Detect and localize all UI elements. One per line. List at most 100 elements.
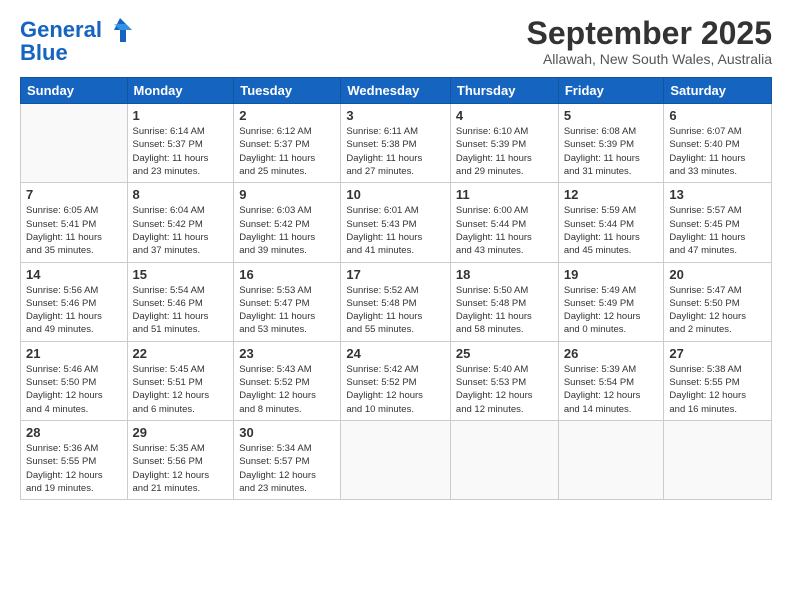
day-detail: Sunrise: 5:59 AM Sunset: 5:44 PM Dayligh… <box>564 204 659 257</box>
day-number: 27 <box>669 346 766 361</box>
day-detail: Sunrise: 6:10 AM Sunset: 5:39 PM Dayligh… <box>456 125 553 178</box>
day-detail: Sunrise: 6:12 AM Sunset: 5:37 PM Dayligh… <box>239 125 335 178</box>
header: General Blue September 2025 Allawah, New… <box>20 16 772 67</box>
day-number: 10 <box>346 187 445 202</box>
day-detail: Sunrise: 6:04 AM Sunset: 5:42 PM Dayligh… <box>133 204 229 257</box>
calendar-cell: 27 Sunrise: 5:38 AM Sunset: 5:55 PM Dayli… <box>664 341 772 420</box>
calendar-cell: 15 Sunrise: 5:54 AM Sunset: 5:46 PM Dayli… <box>127 262 234 341</box>
day-number: 18 <box>456 267 553 282</box>
calendar-cell: 12 Sunrise: 5:59 AM Sunset: 5:44 PM Dayli… <box>558 183 664 262</box>
day-detail: Sunrise: 5:56 AM Sunset: 5:46 PM Dayligh… <box>26 284 122 337</box>
day-number: 13 <box>669 187 766 202</box>
day-number: 20 <box>669 267 766 282</box>
day-detail: Sunrise: 5:34 AM Sunset: 5:57 PM Dayligh… <box>239 442 335 495</box>
calendar-cell: 3 Sunrise: 6:11 AM Sunset: 5:38 PM Daylig… <box>341 104 451 183</box>
day-number: 24 <box>346 346 445 361</box>
calendar-week-row: 1Sunrise: 6:14 AM Sunset: 5:37 PM Daylig… <box>21 104 772 183</box>
day-number: 9 <box>239 187 335 202</box>
calendar-cell: 16 Sunrise: 5:53 AM Sunset: 5:47 PM Dayli… <box>234 262 341 341</box>
day-number: 7 <box>26 187 122 202</box>
calendar-cell: 28 Sunrise: 5:36 AM Sunset: 5:55 PM Dayli… <box>21 420 128 499</box>
day-number: 16 <box>239 267 335 282</box>
day-number: 3 <box>346 108 445 123</box>
weekday-header: Sunday <box>21 78 128 104</box>
calendar-cell <box>664 420 772 499</box>
calendar-cell: 2 Sunrise: 6:12 AM Sunset: 5:37 PM Daylig… <box>234 104 341 183</box>
day-detail: Sunrise: 6:00 AM Sunset: 5:44 PM Dayligh… <box>456 204 553 257</box>
weekday-header: Tuesday <box>234 78 341 104</box>
calendar-cell: 21Sunrise: 5:46 AM Sunset: 5:50 PM Dayli… <box>21 341 128 420</box>
calendar-cell: 6 Sunrise: 6:07 AM Sunset: 5:40 PM Daylig… <box>664 104 772 183</box>
calendar-cell: 7 Sunrise: 6:05 AM Sunset: 5:41 PM Daylig… <box>21 183 128 262</box>
calendar-cell: 20Sunrise: 5:47 AM Sunset: 5:50 PM Dayli… <box>664 262 772 341</box>
calendar-week-row: 28 Sunrise: 5:36 AM Sunset: 5:55 PM Dayli… <box>21 420 772 499</box>
day-number: 25 <box>456 346 553 361</box>
calendar-cell: 13 Sunrise: 5:57 AM Sunset: 5:45 PM Dayli… <box>664 183 772 262</box>
day-number: 29 <box>133 425 229 440</box>
day-detail: Sunrise: 5:53 AM Sunset: 5:47 PM Dayligh… <box>239 284 335 337</box>
calendar-cell: 5 Sunrise: 6:08 AM Sunset: 5:39 PM Daylig… <box>558 104 664 183</box>
day-number: 23 <box>239 346 335 361</box>
day-number: 19 <box>564 267 659 282</box>
day-number: 28 <box>26 425 122 440</box>
calendar-week-row: 7 Sunrise: 6:05 AM Sunset: 5:41 PM Daylig… <box>21 183 772 262</box>
day-number: 21 <box>26 346 122 361</box>
logo-icon <box>106 16 134 44</box>
day-number: 15 <box>133 267 229 282</box>
calendar-cell <box>21 104 128 183</box>
calendar-cell: 22Sunrise: 5:45 AM Sunset: 5:51 PM Dayli… <box>127 341 234 420</box>
day-detail: Sunrise: 6:14 AM Sunset: 5:37 PM Dayligh… <box>133 125 229 178</box>
day-detail: Sunrise: 6:11 AM Sunset: 5:38 PM Dayligh… <box>346 125 445 178</box>
title-block: September 2025 Allawah, New South Wales,… <box>527 16 772 67</box>
day-number: 6 <box>669 108 766 123</box>
day-detail: Sunrise: 5:36 AM Sunset: 5:55 PM Dayligh… <box>26 442 122 495</box>
day-detail: Sunrise: 5:50 AM Sunset: 5:48 PM Dayligh… <box>456 284 553 337</box>
calendar-cell: 8 Sunrise: 6:04 AM Sunset: 5:42 PM Daylig… <box>127 183 234 262</box>
calendar: SundayMondayTuesdayWednesdayThursdayFrid… <box>20 77 772 500</box>
day-detail: Sunrise: 5:45 AM Sunset: 5:51 PM Dayligh… <box>133 363 229 416</box>
day-detail: Sunrise: 6:07 AM Sunset: 5:40 PM Dayligh… <box>669 125 766 178</box>
day-number: 30 <box>239 425 335 440</box>
day-detail: Sunrise: 6:08 AM Sunset: 5:39 PM Dayligh… <box>564 125 659 178</box>
calendar-cell: 18 Sunrise: 5:50 AM Sunset: 5:48 PM Dayli… <box>450 262 558 341</box>
day-number: 5 <box>564 108 659 123</box>
day-number: 8 <box>133 187 229 202</box>
calendar-cell: 19 Sunrise: 5:49 AM Sunset: 5:49 PM Dayli… <box>558 262 664 341</box>
day-detail: Sunrise: 5:40 AM Sunset: 5:53 PM Dayligh… <box>456 363 553 416</box>
calendar-header-row: SundayMondayTuesdayWednesdayThursdayFrid… <box>21 78 772 104</box>
day-number: 11 <box>456 187 553 202</box>
calendar-cell <box>450 420 558 499</box>
calendar-cell: 25 Sunrise: 5:40 AM Sunset: 5:53 PM Dayli… <box>450 341 558 420</box>
calendar-cell: 14 Sunrise: 5:56 AM Sunset: 5:46 PM Dayli… <box>21 262 128 341</box>
calendar-cell <box>341 420 451 499</box>
logo-general: General <box>20 18 102 42</box>
day-number: 26 <box>564 346 659 361</box>
day-detail: Sunrise: 6:03 AM Sunset: 5:42 PM Dayligh… <box>239 204 335 257</box>
calendar-cell: 26Sunrise: 5:39 AM Sunset: 5:54 PM Dayli… <box>558 341 664 420</box>
calendar-cell: 10Sunrise: 6:01 AM Sunset: 5:43 PM Dayli… <box>341 183 451 262</box>
calendar-week-row: 21Sunrise: 5:46 AM Sunset: 5:50 PM Dayli… <box>21 341 772 420</box>
day-detail: Sunrise: 5:54 AM Sunset: 5:46 PM Dayligh… <box>133 284 229 337</box>
weekday-header: Saturday <box>664 78 772 104</box>
subtitle: Allawah, New South Wales, Australia <box>527 51 772 67</box>
calendar-cell <box>558 420 664 499</box>
calendar-cell: 29 Sunrise: 5:35 AM Sunset: 5:56 PM Dayli… <box>127 420 234 499</box>
calendar-cell: 24Sunrise: 5:42 AM Sunset: 5:52 PM Dayli… <box>341 341 451 420</box>
day-detail: Sunrise: 5:57 AM Sunset: 5:45 PM Dayligh… <box>669 204 766 257</box>
day-detail: Sunrise: 6:05 AM Sunset: 5:41 PM Dayligh… <box>26 204 122 257</box>
day-detail: Sunrise: 5:49 AM Sunset: 5:49 PM Dayligh… <box>564 284 659 337</box>
weekday-header: Monday <box>127 78 234 104</box>
day-number: 14 <box>26 267 122 282</box>
calendar-cell: 30 Sunrise: 5:34 AM Sunset: 5:57 PM Dayli… <box>234 420 341 499</box>
main-title: September 2025 <box>527 16 772 51</box>
calendar-cell: 17Sunrise: 5:52 AM Sunset: 5:48 PM Dayli… <box>341 262 451 341</box>
day-number: 17 <box>346 267 445 282</box>
day-number: 12 <box>564 187 659 202</box>
calendar-cell: 1Sunrise: 6:14 AM Sunset: 5:37 PM Daylig… <box>127 104 234 183</box>
day-detail: Sunrise: 5:38 AM Sunset: 5:55 PM Dayligh… <box>669 363 766 416</box>
day-number: 2 <box>239 108 335 123</box>
calendar-cell: 9 Sunrise: 6:03 AM Sunset: 5:42 PM Daylig… <box>234 183 341 262</box>
page: General Blue September 2025 Allawah, New… <box>0 0 792 510</box>
day-detail: Sunrise: 5:35 AM Sunset: 5:56 PM Dayligh… <box>133 442 229 495</box>
calendar-cell: 23Sunrise: 5:43 AM Sunset: 5:52 PM Dayli… <box>234 341 341 420</box>
